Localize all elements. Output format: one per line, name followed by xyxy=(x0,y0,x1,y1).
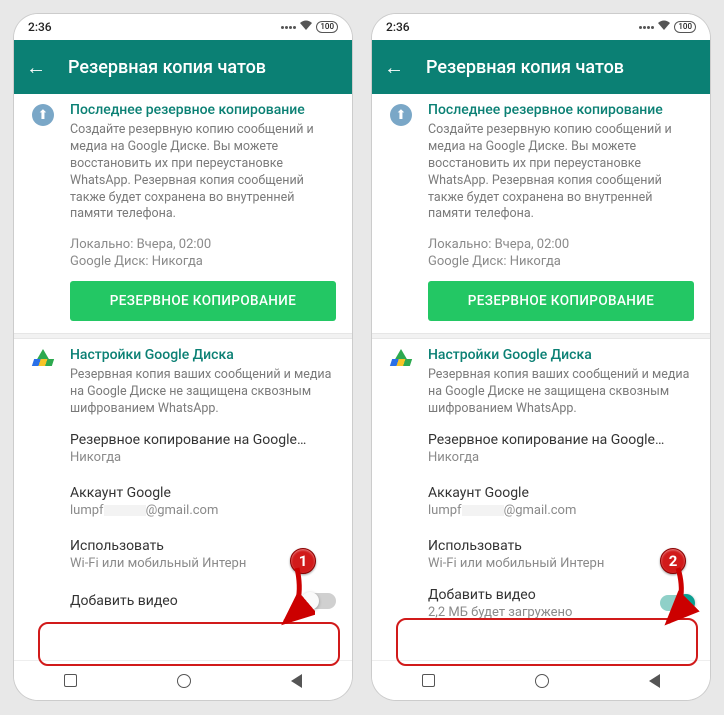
gdrive-backup-line: Google Диск: Никогда xyxy=(70,254,336,269)
backup-frequency-title: Резервное копирование на Google… xyxy=(428,432,694,448)
gdrive-settings-desc: Резервная копия ваших сообщений и медиа … xyxy=(428,367,694,418)
include-video-toggle[interactable] xyxy=(302,593,336,609)
include-video-row[interactable]: Добавить видео 2,2 МБ будет загружено xyxy=(372,581,710,626)
android-navbar xyxy=(372,660,710,700)
include-video-sub: 2,2 МБ будет загружено xyxy=(428,605,572,620)
last-backup-desc: Создайте резервную копию сообщений и мед… xyxy=(70,122,336,223)
local-backup-line: Локально: Вчера, 02:00 xyxy=(428,237,694,252)
network-title: Использовать xyxy=(428,538,694,554)
include-video-row[interactable]: Добавить видео xyxy=(14,581,352,621)
backup-frequency-item[interactable]: Резервное копирование на Google… Никогда xyxy=(372,422,710,475)
battery-indicator: 100 xyxy=(316,21,338,33)
backup-frequency-item[interactable]: Резервное копирование на Google… Никогда xyxy=(14,422,352,475)
include-video-title: Добавить видео xyxy=(428,587,572,603)
backup-frequency-title: Резервное копирование на Google… xyxy=(70,432,336,448)
google-account-title: Аккаунт Google xyxy=(70,485,336,501)
backup-frequency-value: Никогда xyxy=(428,450,694,465)
last-backup-desc: Создайте резервную копию сообщений и мед… xyxy=(428,122,694,223)
upload-icon: ⬆ xyxy=(32,104,54,126)
status-time: 2:36 xyxy=(28,20,52,34)
status-time: 2:36 xyxy=(386,20,410,34)
backup-frequency-value: Никогда xyxy=(70,450,336,465)
gdrive-settings-desc: Резервная копия ваших сообщений и медиа … xyxy=(70,367,336,418)
google-account-value: lumpf@gmail.com xyxy=(428,503,694,518)
back-arrow-icon[interactable]: ← xyxy=(26,55,46,80)
google-account-value: lumpf@gmail.com xyxy=(70,503,336,518)
backup-button[interactable]: РЕЗЕРВНОЕ КОПИРОВАНИЕ xyxy=(70,281,336,321)
gdrive-backup-line: Google Диск: Никогда xyxy=(428,254,694,269)
last-backup-title: Последнее резервное копирование xyxy=(428,102,694,118)
nav-home-icon[interactable] xyxy=(535,674,549,688)
page-title: Резервная копия чатов xyxy=(68,57,266,78)
gdrive-settings-title: Настройки Google Диска xyxy=(70,347,336,363)
android-navbar xyxy=(14,660,352,700)
signal-icon xyxy=(639,26,654,29)
backup-button[interactable]: РЕЗЕРВНОЕ КОПИРОВАНИЕ xyxy=(428,281,694,321)
nav-recent-icon[interactable] xyxy=(64,674,77,687)
google-account-title: Аккаунт Google xyxy=(428,485,694,501)
nav-back-icon[interactable] xyxy=(649,674,660,688)
status-bar: 2:36 100 xyxy=(14,14,352,40)
google-account-item[interactable]: Аккаунт Google lumpf@gmail.com xyxy=(372,475,710,528)
nav-home-icon[interactable] xyxy=(177,674,191,688)
callout-badge-2: 2 xyxy=(660,548,686,574)
signal-icon xyxy=(281,26,296,29)
gdrive-settings-title: Настройки Google Диска xyxy=(428,347,694,363)
gdrive-icon xyxy=(391,349,411,367)
app-header: ← Резервная копия чатов xyxy=(372,40,710,94)
google-account-item[interactable]: Аккаунт Google lumpf@gmail.com xyxy=(14,475,352,528)
wifi-icon xyxy=(299,20,313,34)
nav-back-icon[interactable] xyxy=(291,674,302,688)
callout-badge-1: 1 xyxy=(290,548,316,574)
include-video-toggle[interactable] xyxy=(660,595,694,611)
upload-icon: ⬆ xyxy=(390,104,412,126)
status-bar: 2:36 100 xyxy=(372,14,710,40)
network-value: Wi-Fi или мобильный Интерн xyxy=(428,556,694,571)
content-area: ⬆ Последнее резервное копирование Создай… xyxy=(14,94,352,660)
app-header: ← Резервная копия чатов xyxy=(14,40,352,94)
battery-indicator: 100 xyxy=(674,21,696,33)
content-area: ⬆ Последнее резервное копирование Создай… xyxy=(372,94,710,660)
wifi-icon xyxy=(657,20,671,34)
include-video-title: Добавить видео xyxy=(70,593,178,609)
last-backup-title: Последнее резервное копирование xyxy=(70,102,336,118)
local-backup-line: Локально: Вчера, 02:00 xyxy=(70,237,336,252)
back-arrow-icon[interactable]: ← xyxy=(384,55,404,80)
nav-recent-icon[interactable] xyxy=(422,674,435,687)
page-title: Резервная копия чатов xyxy=(426,57,624,78)
network-item[interactable]: Использовать Wi-Fi или мобильный Интерн xyxy=(372,528,710,581)
phone-left: 2:36 100 ← Резервная копия чатов ⬆ После… xyxy=(14,14,352,700)
gdrive-icon xyxy=(33,349,53,367)
phone-right: 2:36 100 ← Резервная копия чатов ⬆ После… xyxy=(372,14,710,700)
